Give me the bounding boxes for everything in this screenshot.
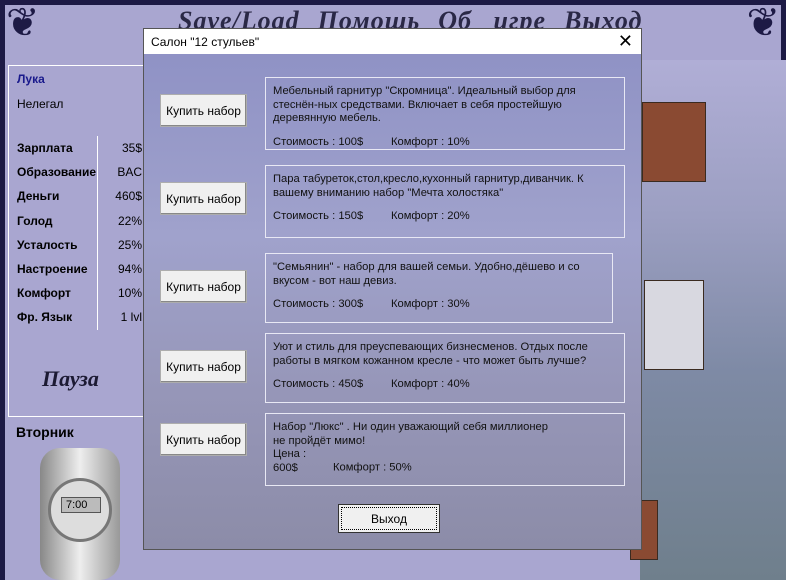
player-status: Нелегал: [17, 97, 64, 111]
stat-value: 25%: [97, 232, 142, 257]
stat-label: Настроение: [17, 262, 88, 277]
player-name: Лука: [17, 72, 45, 86]
item-comfort: Комфорт : 30%: [391, 298, 470, 310]
stat-money: Деньги 460$: [17, 184, 145, 209]
stat-value: 460$: [97, 184, 142, 209]
ornament-icon: ❦: [6, 1, 40, 45]
stat-label: Голод: [17, 213, 53, 228]
stat-mood: Настроение 94%: [17, 256, 145, 282]
stat-value: 1 lvl: [97, 305, 142, 330]
stats-list: Зарплата 35$ Образование BAC Деньги 460$ Го…: [17, 136, 145, 330]
dialog-title: Салон "12 стульев": [151, 34, 260, 49]
item-desc: Пара табуреток,стол,кресло,кухонный гарн…: [273, 173, 584, 199]
item-info: "Семьянин" - набор для вашей семьи. Удоб…: [265, 253, 613, 323]
pause-button[interactable]: Пауза: [42, 366, 99, 392]
stat-comfort: Комфорт 10%: [17, 281, 145, 306]
stat-value: 94%: [97, 256, 142, 282]
item-comfort: Комфорт : 50%: [333, 461, 412, 474]
item-comfort: Комфорт : 20%: [391, 210, 470, 222]
stat-label: Комфорт: [17, 286, 71, 301]
player-panel: Лука Нелегал Зарплата 35$ Образование BAC …: [8, 65, 144, 417]
stat-french: Фр. Язык 1 lvl: [17, 305, 145, 330]
city-view: [630, 60, 786, 580]
stat-value: 10%: [97, 281, 142, 306]
item-price: Стоимость : 150$: [273, 210, 364, 222]
item-info: Уют и стиль для преуспевающих бизнесмено…: [265, 333, 625, 403]
stat-value: BAC: [97, 160, 142, 185]
stat-label: Усталость: [17, 237, 78, 252]
item-desc: Набор "Люкс" . Ни один уважающий себя ми…: [273, 421, 548, 447]
buy-button[interactable]: Купить набор: [160, 94, 247, 127]
stat-label: Образование: [17, 165, 97, 180]
item-price: Стоимость : 100$: [273, 135, 364, 148]
stat-label: Фр. Язык: [17, 310, 73, 325]
stat-label: Деньги: [17, 189, 60, 204]
buy-button[interactable]: Купить набор: [160, 182, 247, 215]
exit-button[interactable]: Выход: [338, 504, 440, 533]
shop-dialog: Салон "12 стульев" ✕ Купить набор Мебель…: [143, 28, 642, 550]
time-display: 7:00: [61, 497, 101, 513]
item-desc: Мебельный гарнитур "Скромница". Идеальны…: [273, 85, 576, 124]
item-desc: "Семьянин" - набор для вашей семьи. Удоб…: [273, 261, 580, 287]
stat-value: 22%: [97, 208, 142, 233]
buy-button[interactable]: Купить набор: [160, 350, 247, 383]
building-icon: [644, 280, 704, 370]
buy-button[interactable]: Купить набор: [160, 423, 247, 456]
item-info: Пара табуреток,стол,кресло,кухонный гарн…: [265, 165, 625, 238]
item-price: Стоимость : 450$: [273, 378, 364, 390]
item-info: Набор "Люкс" . Ни один уважающий себя ми…: [265, 413, 625, 486]
item-comfort: Комфорт : 10%: [391, 135, 470, 148]
close-icon[interactable]: ✕: [618, 31, 633, 52]
stat-fatigue: Усталость 25%: [17, 232, 145, 257]
ornament-icon: ❦: [746, 1, 780, 45]
item-desc: Уют и стиль для преуспевающих бизнесмено…: [273, 341, 588, 367]
stat-salary: Зарплата 35$: [17, 136, 145, 161]
item-price: Стоимость : 300$: [273, 298, 364, 310]
watch-icon: 7:00: [40, 448, 120, 580]
stat-education: Образование BAC: [17, 160, 145, 185]
dialog-titlebar: Салон "12 стульев" ✕: [144, 29, 641, 54]
item-price: Цена : 600$: [273, 448, 307, 474]
day-label: Вторник: [16, 424, 74, 440]
stat-hunger: Голод 22%: [17, 208, 145, 233]
buy-button[interactable]: Купить набор: [160, 270, 247, 303]
item-info: Мебельный гарнитур "Скромница". Идеальны…: [265, 77, 625, 150]
stat-value: 35$: [97, 136, 142, 161]
building-icon: [642, 102, 706, 182]
item-comfort: Комфорт : 40%: [391, 378, 470, 390]
stat-label: Зарплата: [17, 141, 73, 156]
